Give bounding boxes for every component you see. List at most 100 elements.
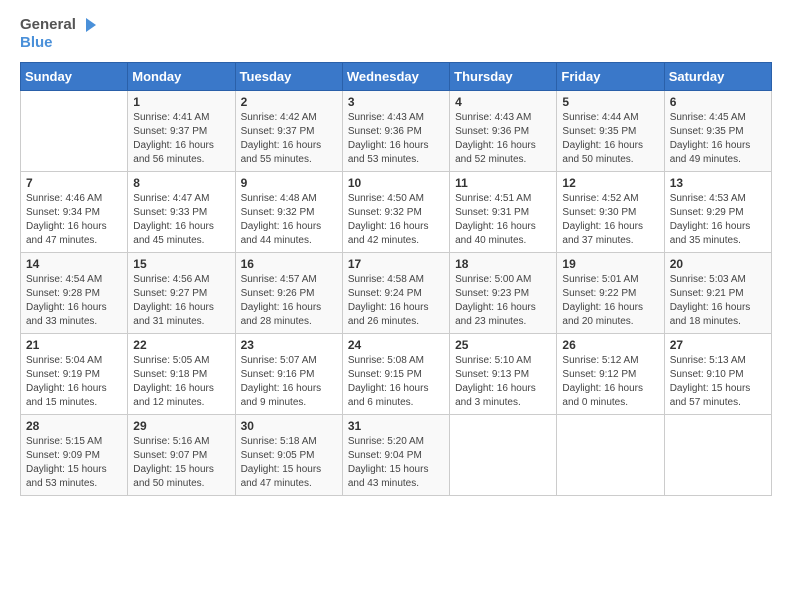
day-info: Sunrise: 4:43 AM Sunset: 9:36 PM Dayligh… [348,111,444,167]
logo: General Blue [20,16,96,52]
day-info: Sunrise: 4:50 AM Sunset: 9:32 PM Dayligh… [348,192,444,248]
calendar-week-1: 1 Sunrise: 4:41 AM Sunset: 9:37 PM Daylig… [21,90,772,171]
day-info: Sunrise: 4:42 AM Sunset: 9:37 PM Dayligh… [241,111,337,167]
logo-arrow-icon [78,16,96,34]
day-number: 2 [241,95,337,109]
day-number: 13 [670,176,766,190]
day-info: Sunrise: 4:56 AM Sunset: 9:27 PM Dayligh… [133,273,229,329]
day-number: 21 [26,338,122,352]
calendar-table: SundayMondayTuesdayWednesdayThursdayFrid… [20,62,772,496]
day-info: Sunrise: 4:53 AM Sunset: 9:29 PM Dayligh… [670,192,766,248]
day-number: 7 [26,176,122,190]
day-info: Sunrise: 5:16 AM Sunset: 9:07 PM Dayligh… [133,435,229,491]
calendar-cell: 24 Sunrise: 5:08 AM Sunset: 9:15 PM Dayli… [342,333,449,414]
day-number: 9 [241,176,337,190]
calendar-week-3: 14 Sunrise: 4:54 AM Sunset: 9:28 PM Dayli… [21,252,772,333]
header-day-thursday: Thursday [450,62,557,90]
day-info: Sunrise: 4:54 AM Sunset: 9:28 PM Dayligh… [26,273,122,329]
calendar-cell: 13 Sunrise: 4:53 AM Sunset: 9:29 PM Dayli… [664,171,771,252]
day-number: 5 [562,95,658,109]
day-info: Sunrise: 5:20 AM Sunset: 9:04 PM Dayligh… [348,435,444,491]
day-info: Sunrise: 5:04 AM Sunset: 9:19 PM Dayligh… [26,354,122,410]
header: General Blue [20,16,772,52]
day-number: 28 [26,419,122,433]
day-number: 4 [455,95,551,109]
day-number: 29 [133,419,229,433]
day-number: 3 [348,95,444,109]
day-number: 30 [241,419,337,433]
day-info: Sunrise: 5:08 AM Sunset: 9:15 PM Dayligh… [348,354,444,410]
day-info: Sunrise: 4:46 AM Sunset: 9:34 PM Dayligh… [26,192,122,248]
day-number: 6 [670,95,766,109]
day-info: Sunrise: 4:47 AM Sunset: 9:33 PM Dayligh… [133,192,229,248]
calendar-cell: 8 Sunrise: 4:47 AM Sunset: 9:33 PM Daylig… [128,171,235,252]
day-info: Sunrise: 5:03 AM Sunset: 9:21 PM Dayligh… [670,273,766,329]
day-number: 16 [241,257,337,271]
calendar-cell: 21 Sunrise: 5:04 AM Sunset: 9:19 PM Dayli… [21,333,128,414]
calendar-cell: 12Sunrise: 4:52 AM Sunset: 9:30 PM Dayli… [557,171,664,252]
calendar-cell: 6 Sunrise: 4:45 AM Sunset: 9:35 PM Daylig… [664,90,771,171]
calendar-cell: 27 Sunrise: 5:13 AM Sunset: 9:10 PM Dayli… [664,333,771,414]
calendar-cell: 1 Sunrise: 4:41 AM Sunset: 9:37 PM Daylig… [128,90,235,171]
day-info: Sunrise: 4:58 AM Sunset: 9:24 PM Dayligh… [348,273,444,329]
header-day-friday: Friday [557,62,664,90]
calendar-header-row: SundayMondayTuesdayWednesdayThursdayFrid… [21,62,772,90]
day-number: 1 [133,95,229,109]
calendar-cell: 10 Sunrise: 4:50 AM Sunset: 9:32 PM Dayli… [342,171,449,252]
calendar-cell [21,90,128,171]
calendar-cell: 22Sunrise: 5:05 AM Sunset: 9:18 PM Dayli… [128,333,235,414]
day-info: Sunrise: 4:41 AM Sunset: 9:37 PM Dayligh… [133,111,229,167]
day-number: 24 [348,338,444,352]
day-number: 10 [348,176,444,190]
day-number: 31 [348,419,444,433]
calendar-cell: 4 Sunrise: 4:43 AM Sunset: 9:36 PM Daylig… [450,90,557,171]
day-info: Sunrise: 4:48 AM Sunset: 9:32 PM Dayligh… [241,192,337,248]
day-info: Sunrise: 5:13 AM Sunset: 9:10 PM Dayligh… [670,354,766,410]
logo-container: General Blue [20,16,96,52]
day-info: Sunrise: 5:01 AM Sunset: 9:22 PM Dayligh… [562,273,658,329]
calendar-cell: 5Sunrise: 4:44 AM Sunset: 9:35 PM Daylig… [557,90,664,171]
calendar-cell: 25 Sunrise: 5:10 AM Sunset: 9:13 PM Dayli… [450,333,557,414]
day-info: Sunrise: 4:43 AM Sunset: 9:36 PM Dayligh… [455,111,551,167]
calendar-cell: 29 Sunrise: 5:16 AM Sunset: 9:07 PM Dayli… [128,414,235,495]
calendar-cell: 20Sunrise: 5:03 AM Sunset: 9:21 PM Dayli… [664,252,771,333]
day-info: Sunrise: 5:05 AM Sunset: 9:18 PM Dayligh… [133,354,229,410]
calendar-cell: 31 Sunrise: 5:20 AM Sunset: 9:04 PM Dayli… [342,414,449,495]
calendar-cell: 26 Sunrise: 5:12 AM Sunset: 9:12 PM Dayli… [557,333,664,414]
calendar-cell [450,414,557,495]
day-number: 14 [26,257,122,271]
calendar-cell: 28 Sunrise: 5:15 AM Sunset: 9:09 PM Dayli… [21,414,128,495]
header-day-wednesday: Wednesday [342,62,449,90]
calendar-cell: 30 Sunrise: 5:18 AM Sunset: 9:05 PM Dayli… [235,414,342,495]
calendar-cell [557,414,664,495]
day-info: Sunrise: 4:52 AM Sunset: 9:30 PM Dayligh… [562,192,658,248]
header-day-sunday: Sunday [21,62,128,90]
calendar-cell: 19Sunrise: 5:01 AM Sunset: 9:22 PM Dayli… [557,252,664,333]
day-info: Sunrise: 5:12 AM Sunset: 9:12 PM Dayligh… [562,354,658,410]
header-day-tuesday: Tuesday [235,62,342,90]
day-number: 23 [241,338,337,352]
day-info: Sunrise: 5:15 AM Sunset: 9:09 PM Dayligh… [26,435,122,491]
day-info: Sunrise: 5:00 AM Sunset: 9:23 PM Dayligh… [455,273,551,329]
calendar-cell: 14 Sunrise: 4:54 AM Sunset: 9:28 PM Dayli… [21,252,128,333]
logo-blue-text: Blue [20,34,53,51]
day-number: 11 [455,176,551,190]
calendar-week-4: 21 Sunrise: 5:04 AM Sunset: 9:19 PM Dayli… [21,333,772,414]
calendar-cell: 16Sunrise: 4:57 AM Sunset: 9:26 PM Dayli… [235,252,342,333]
day-info: Sunrise: 5:18 AM Sunset: 9:05 PM Dayligh… [241,435,337,491]
calendar-cell: 9 Sunrise: 4:48 AM Sunset: 9:32 PM Daylig… [235,171,342,252]
day-number: 18 [455,257,551,271]
day-info: Sunrise: 4:45 AM Sunset: 9:35 PM Dayligh… [670,111,766,167]
calendar-cell: 23 Sunrise: 5:07 AM Sunset: 9:16 PM Dayli… [235,333,342,414]
day-number: 27 [670,338,766,352]
day-info: Sunrise: 5:10 AM Sunset: 9:13 PM Dayligh… [455,354,551,410]
day-info: Sunrise: 5:07 AM Sunset: 9:16 PM Dayligh… [241,354,337,410]
day-number: 8 [133,176,229,190]
day-number: 25 [455,338,551,352]
calendar-week-5: 28 Sunrise: 5:15 AM Sunset: 9:09 PM Dayli… [21,414,772,495]
calendar-cell: 2 Sunrise: 4:42 AM Sunset: 9:37 PM Daylig… [235,90,342,171]
day-number: 26 [562,338,658,352]
day-number: 15 [133,257,229,271]
calendar-cell: 7 Sunrise: 4:46 AM Sunset: 9:34 PM Daylig… [21,171,128,252]
calendar-cell: 11Sunrise: 4:51 AM Sunset: 9:31 PM Dayli… [450,171,557,252]
